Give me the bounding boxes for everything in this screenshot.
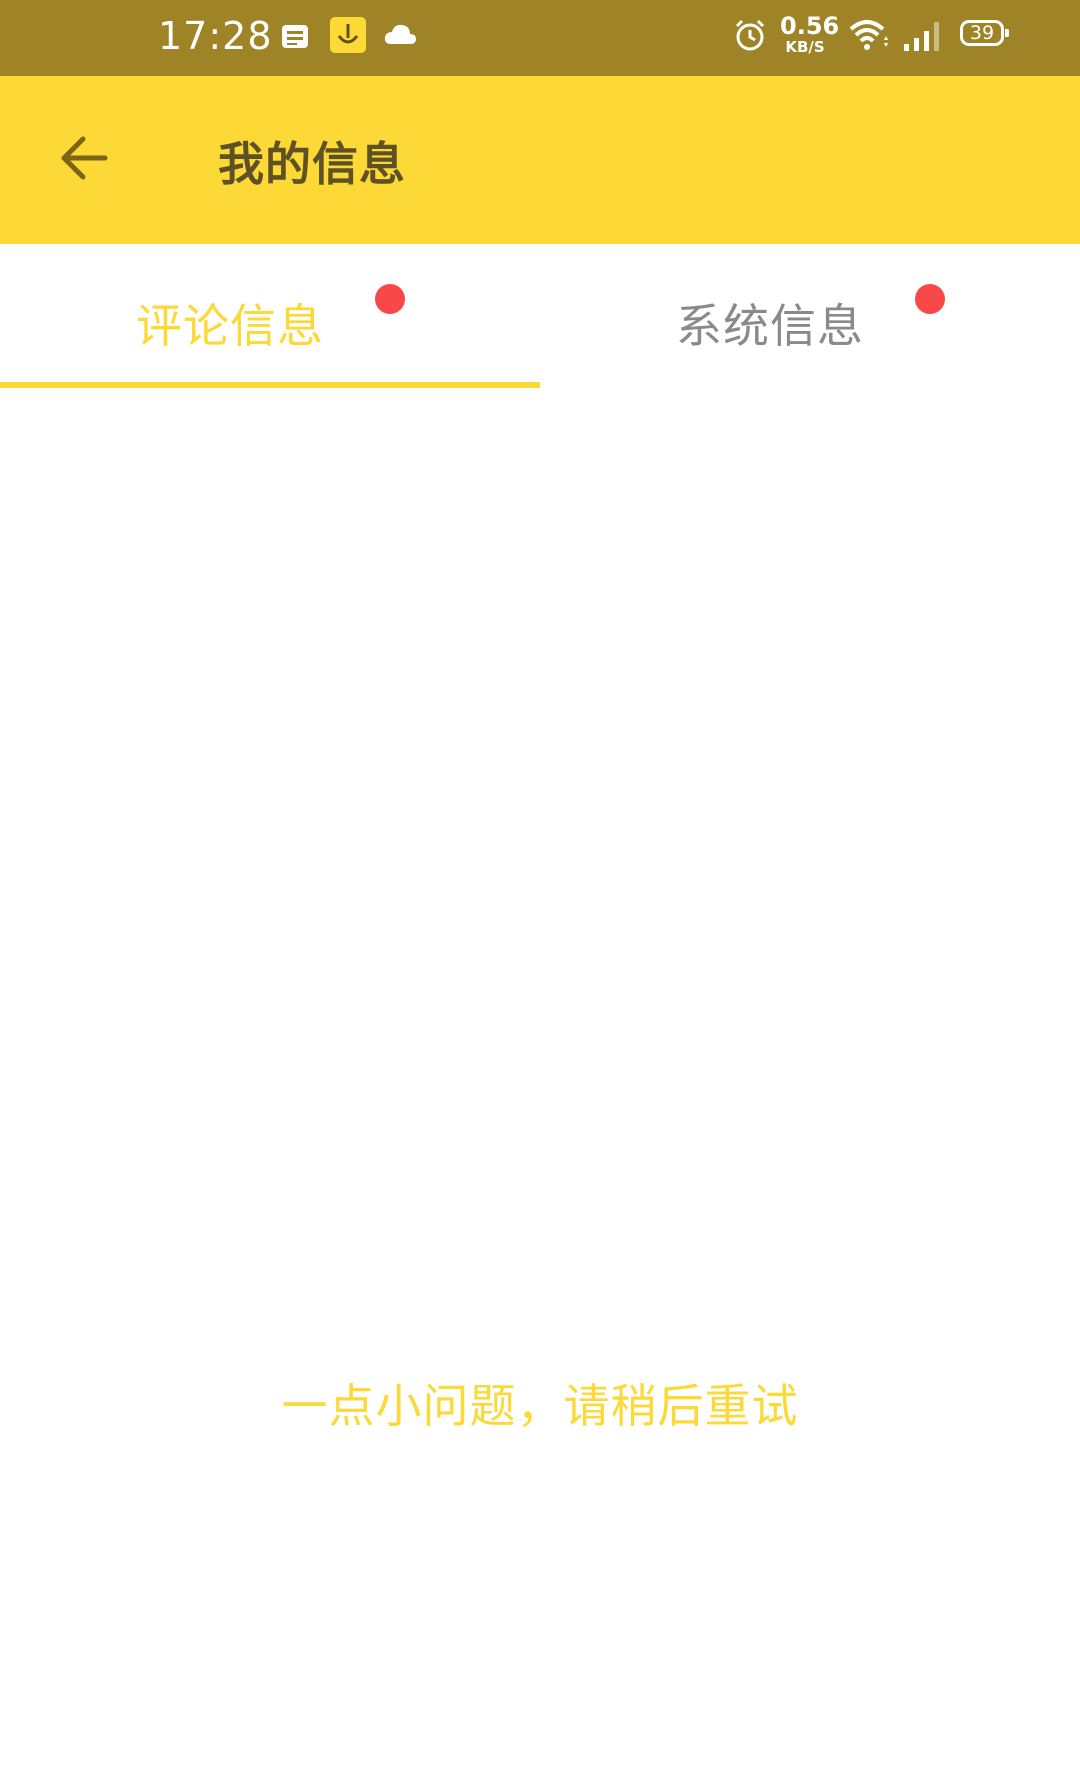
content-area: 一点小问题，请稍后重试 — [0, 388, 1080, 1767]
network-speed: 0.56 KB/S — [780, 12, 840, 56]
message-notification-icon — [280, 22, 310, 58]
tab-system[interactable]: 系统信息 — [540, 244, 1080, 388]
network-speed-unit: KB/S — [785, 38, 825, 56]
status-bar: 17:28 0.56 KB/S 39 — [0, 0, 1080, 76]
alarm-icon — [733, 18, 767, 54]
tab-system-badge — [915, 284, 945, 314]
error-message[interactable]: 一点小问题，请稍后重试 — [0, 1370, 1080, 1436]
arrow-left-icon — [61, 136, 108, 180]
tab-comments[interactable]: 评论信息 — [0, 244, 540, 388]
battery-icon: 39 — [960, 20, 1009, 46]
tab-comments-badge — [375, 284, 405, 314]
network-speed-value: 0.56 — [780, 12, 840, 40]
cloud-icon — [383, 22, 417, 58]
signal-icon — [902, 20, 942, 56]
app-notification-icon — [329, 16, 367, 53]
status-time: 17:28 — [158, 14, 273, 58]
page-title: 我的信息 — [218, 137, 406, 191]
tab-bar: 评论信息 系统信息 — [0, 244, 1080, 388]
toolbar: 我的信息 — [0, 76, 1080, 244]
tab-comments-label: 评论信息 — [136, 299, 324, 353]
wifi-icon — [848, 18, 890, 54]
tab-system-label: 系统信息 — [676, 299, 864, 353]
back-button[interactable] — [44, 118, 124, 198]
